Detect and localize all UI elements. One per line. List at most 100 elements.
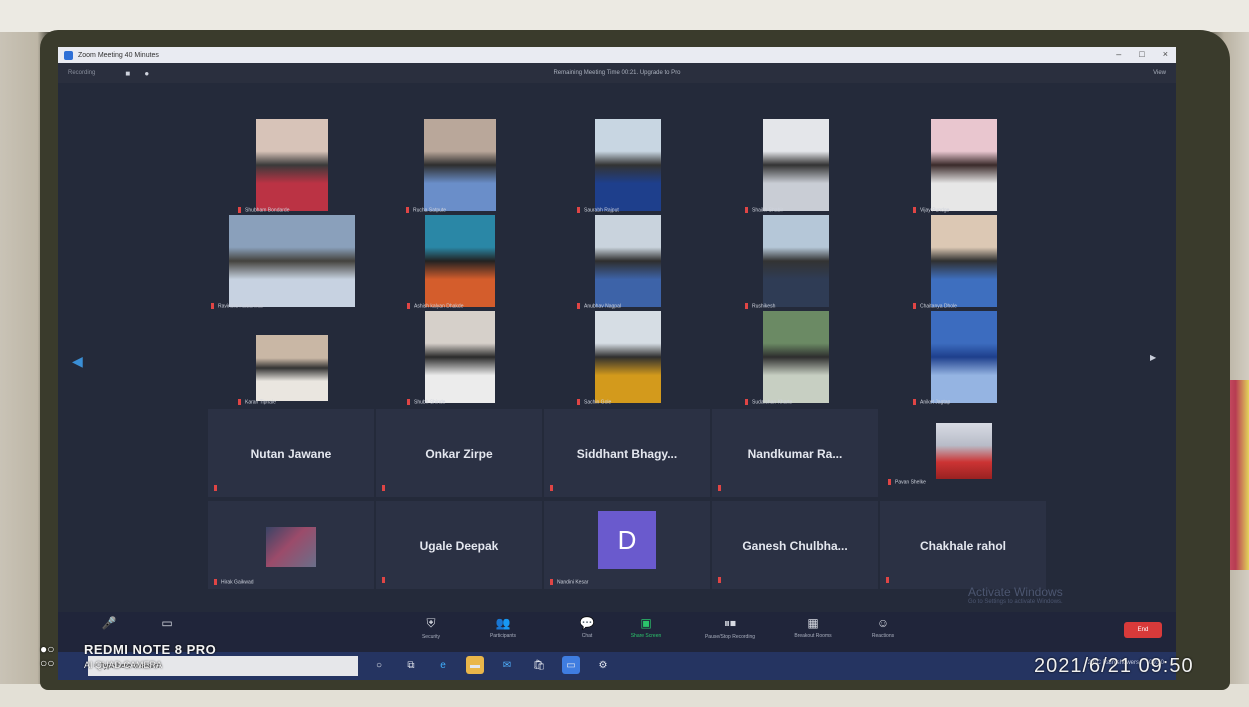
minimize-icon[interactable]: –	[1116, 49, 1121, 59]
participant-tile[interactable]: Ugale Deepak	[376, 501, 542, 589]
mic-muted-icon	[745, 302, 748, 309]
mic-muted-icon	[211, 302, 214, 309]
mic-muted-icon	[407, 398, 410, 405]
participant-tile[interactable]: Hirak Gaikwad	[208, 501, 374, 589]
settings-icon[interactable]: ⚙	[594, 656, 612, 674]
mic-muted-icon	[745, 398, 748, 405]
participant-name: Onkar Zirpe	[425, 447, 493, 461]
mic-muted-icon	[406, 206, 409, 213]
camera-sub-text: AI QUAD CAMERA	[84, 660, 163, 670]
participant-video-tile[interactable]: Anubhav Nagpal	[544, 213, 712, 309]
participant-label: Shubh Shinde	[407, 398, 446, 405]
mic-muted-icon	[577, 302, 580, 309]
participant-name: Sudarshan Kharte	[752, 399, 793, 405]
participant-video-tile[interactable]: Pavan Shelke	[880, 409, 1048, 503]
recording-button[interactable]: ⏸⏹ Pause/Stop Recording	[690, 616, 770, 640]
participant-name: Shubh Shinde	[414, 399, 446, 405]
prev-page-icon[interactable]: ◀	[72, 353, 83, 370]
store-icon[interactable]: 🛍	[530, 656, 548, 674]
mic-muted-icon	[577, 398, 580, 405]
mic-muted-icon	[718, 485, 721, 491]
participants-button[interactable]: 👥 Participants	[468, 616, 538, 639]
participant-video	[424, 119, 496, 211]
participant-video	[931, 215, 997, 307]
start-circle-icon[interactable]: ○	[370, 656, 388, 674]
participant-video-tile[interactable]: Karan Tipnale	[208, 309, 376, 405]
share-screen-button[interactable]: ▣ Share Screen	[611, 616, 681, 639]
participant-video-tile[interactable]: Shubham Bondarde	[208, 117, 376, 213]
participant-video	[763, 311, 829, 403]
breakout-rooms-icon: ▦	[807, 616, 819, 630]
task-view-icon[interactable]: ⧉	[402, 656, 420, 674]
mic-muted-icon	[382, 485, 385, 491]
participant-video	[763, 215, 829, 307]
edge-icon[interactable]: e	[434, 656, 452, 674]
participant-video-tile[interactable]: Ashish kalyan Dhakde	[376, 213, 544, 309]
participant-name: Karan Tipnale	[245, 399, 276, 405]
mic-muted-icon	[913, 398, 916, 405]
mic-muted-icon	[238, 398, 241, 405]
close-icon[interactable]: ×	[1163, 49, 1168, 59]
participant-video-tile[interactable]: Sudarshan Kharte	[712, 309, 880, 405]
end-meeting-button[interactable]: End	[1124, 622, 1162, 638]
participant-video-tile[interactable]: Rucha Satpute	[376, 117, 544, 213]
smiley-icon: ☺	[876, 616, 890, 630]
participant-tile[interactable]: Nutan Jawane	[208, 409, 374, 497]
mic-muted-icon	[913, 206, 916, 213]
mic-muted-icon	[214, 485, 217, 491]
participant-video-tile[interactable]: Chaitanya Dhole	[880, 213, 1048, 309]
participant-tile[interactable]: Onkar Zirpe	[376, 409, 542, 497]
maximize-icon[interactable]: □	[1139, 49, 1144, 59]
reactions-button[interactable]: ☺ Reactions	[848, 616, 918, 639]
activate-windows-subtitle: Go to Settings to activate Windows.	[968, 599, 1063, 605]
participant-avatar: D	[598, 511, 656, 569]
next-page-icon[interactable]: ▶	[1150, 353, 1156, 362]
reactions-label: Reactions	[871, 633, 895, 639]
breakout-rooms-button[interactable]: ▦ Breakout Rooms	[778, 616, 848, 639]
mic-muted-icon	[886, 577, 889, 583]
video-button[interactable]: ▭	[132, 616, 202, 630]
participant-tile[interactable]: Siddhant Bhagy...	[544, 409, 710, 497]
zoom-app-icon	[64, 50, 73, 60]
participant-label: Hirak Gaikwad	[214, 578, 254, 585]
mic-muted-icon	[745, 206, 748, 213]
participant-video-tile[interactable]: Aniket Jagtap	[880, 309, 1048, 405]
security-label: Security	[421, 634, 441, 640]
participant-video	[229, 215, 355, 307]
participant-tile[interactable]: D Nandini Kesar	[544, 501, 710, 589]
mail-icon[interactable]: ✉	[498, 656, 516, 674]
participant-video-tile[interactable]: Saurabh Rajput	[544, 117, 712, 213]
participant-label: Nandini Kesar	[550, 578, 588, 585]
participant-video-tile[interactable]: Rushikesh	[712, 213, 880, 309]
zoom-taskbar-icon[interactable]: ▭	[562, 656, 580, 674]
mic-muted-icon	[407, 302, 410, 309]
share-screen-icon: ▣	[640, 616, 652, 630]
participant-label: Aniket Jagtap	[913, 398, 950, 405]
view-button[interactable]: View	[1153, 70, 1166, 76]
participants-icon: 👥	[495, 616, 511, 630]
participant-video	[931, 119, 997, 211]
window-title: Zoom Meeting 40 Minutes	[78, 51, 159, 59]
file-explorer-icon[interactable]: ▬	[466, 656, 484, 674]
camera-watermark-logo: ●○ ○○	[40, 642, 55, 670]
meeting-top-bar: Recording ■ ● Remaining Meeting Time 00:…	[58, 63, 1176, 83]
participant-video-tile[interactable]: Shaikh Shabir	[712, 117, 880, 213]
participant-tile[interactable]: Nandkumar Ra...	[712, 409, 878, 497]
participant-video-tile[interactable]: Ravindra Kalsarnkar	[208, 213, 376, 309]
participant-tile[interactable]: Chakhale rahol	[880, 501, 1046, 589]
mic-muted-icon	[577, 206, 580, 213]
participant-video	[425, 215, 495, 307]
participant-name: Ugale Deepak	[419, 539, 499, 553]
participant-video-tile[interactable]: Vijay Pundge	[880, 117, 1048, 213]
participant-video	[931, 311, 997, 403]
security-button[interactable]: ⛨ Security	[396, 616, 466, 640]
participant-name: Sachin Gole	[584, 399, 612, 405]
participant-video	[425, 311, 495, 403]
participant-video-tile[interactable]: Sachin Gole	[544, 309, 712, 405]
participant-tile[interactable]: Ganesh Chulbha...	[712, 501, 878, 589]
participant-label: Pavan Shelke	[888, 478, 926, 485]
participant-video	[595, 119, 661, 211]
taskbar-apps: ○ ⧉ e ▬ ✉ 🛍 ▭ ⚙	[370, 656, 612, 674]
participant-video-tile[interactable]: Shubh Shinde	[376, 309, 544, 405]
participant-video	[595, 215, 661, 307]
